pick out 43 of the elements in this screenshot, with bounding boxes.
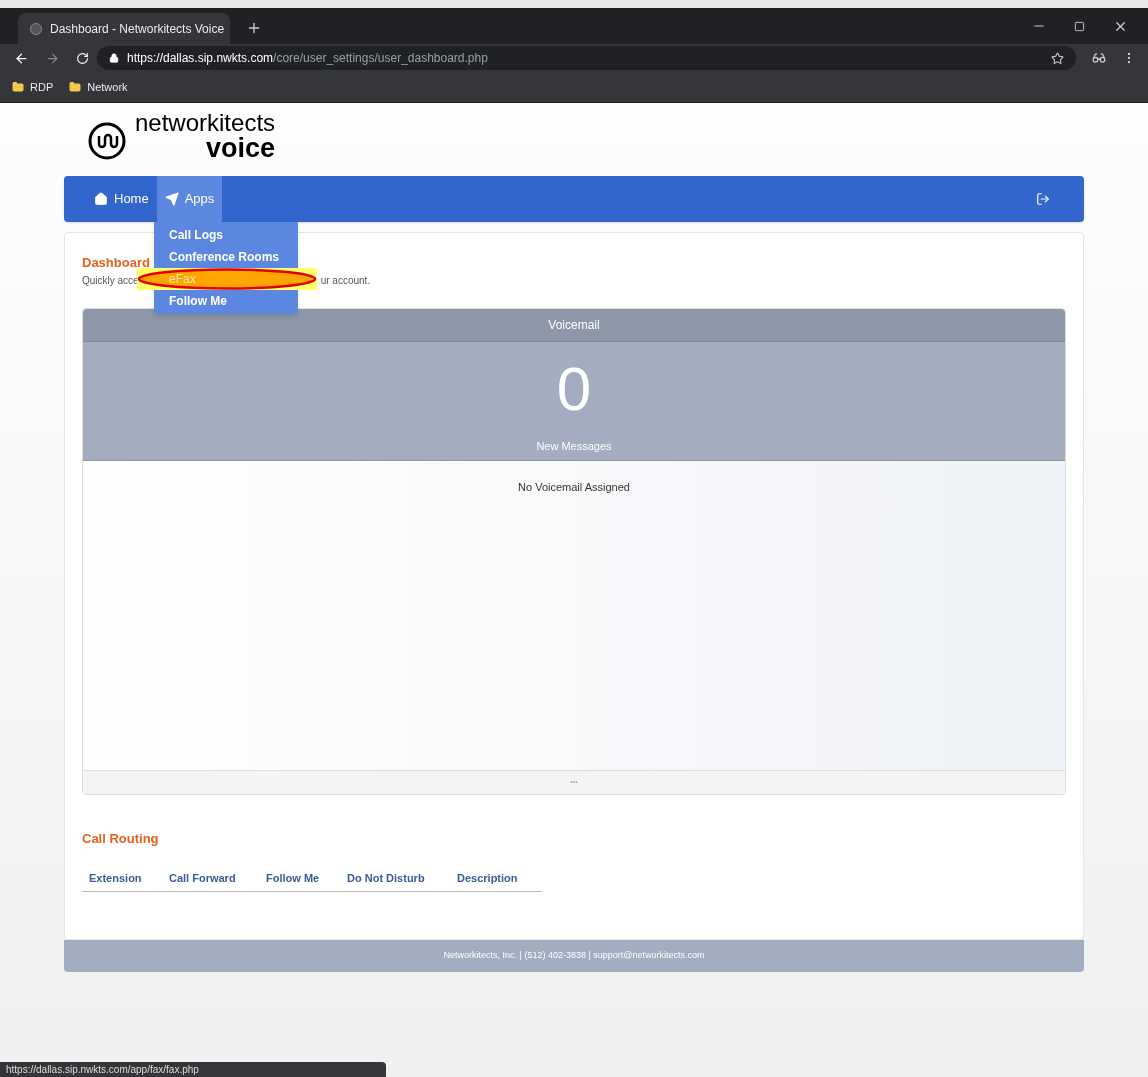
- menu-item[interactable]: Call Logs: [169, 226, 223, 244]
- description-text: ur account.: [320, 273, 371, 288]
- tab-title: Dashboard - Networkitects Voice: [50, 20, 225, 38]
- bookmark-item[interactable]: RDP: [12, 78, 54, 96]
- reload-icon[interactable]: [76, 51, 89, 65]
- nav-tab[interactable]: Apps: [156, 176, 223, 222]
- new-tab-icon[interactable]: [246, 20, 262, 36]
- logo-icon: [87, 120, 127, 161]
- folder-icon: [69, 81, 82, 93]
- panel-title: Voicemail: [548, 316, 600, 334]
- column-header: Do Not Disturb: [347, 871, 426, 886]
- back-icon[interactable]: [14, 50, 29, 66]
- favicon-icon: [30, 22, 42, 35]
- description-text: Quickly acce: [82, 273, 139, 288]
- url-text: https://dallas.sip.nwkts.com/core/user_settings/user_dashboard.php: [127, 50, 488, 67]
- footer-text: Networkitects, Inc. | (512) 402-3838 | support@networkitects.com: [443, 949, 705, 963]
- empty-message: No Voicemail Assigned: [518, 479, 630, 495]
- bookmark-star-icon[interactable]: [1051, 51, 1064, 65]
- address-bar[interactable]: https://dallas.sip.nwkts.com/core/user_settings/user_dashboard.php: [97, 46, 1076, 70]
- paper-plane-icon: [164, 192, 179, 206]
- lock-icon: [109, 53, 119, 63]
- message-count: 0: [556, 357, 592, 420]
- status-url: https://dallas.sip.nwkts.com/app/fax/fax.php: [0, 1062, 386, 1077]
- menu-item[interactable]: Follow Me: [169, 292, 227, 310]
- column-header: Follow Me: [266, 871, 321, 886]
- folder-icon: [12, 81, 24, 93]
- logout-icon[interactable]: [1036, 192, 1050, 206]
- count-label: New Messages: [536, 438, 612, 454]
- column-header: Description: [457, 871, 518, 886]
- section-title: Call Routing: [82, 829, 159, 848]
- menu-item[interactable]: Conference Rooms: [169, 248, 280, 266]
- maximize-icon[interactable]: [1074, 20, 1085, 32]
- forward-icon[interactable]: [45, 50, 60, 66]
- column-header: Call Forward: [169, 871, 237, 886]
- incognito-icon[interactable]: [1092, 51, 1106, 65]
- browser-tab[interactable]: Dashboard - Networkitects Voice: [18, 13, 230, 44]
- nav-tab[interactable]: Home: [86, 176, 157, 222]
- bookmark-item[interactable]: Network: [69, 78, 128, 96]
- section-title: Dashboard: [82, 254, 150, 272]
- column-header: Extension: [88, 871, 143, 886]
- home-icon: [94, 192, 108, 206]
- logo-text: voice: [206, 135, 276, 162]
- logo-text: networkitects: [135, 111, 276, 135]
